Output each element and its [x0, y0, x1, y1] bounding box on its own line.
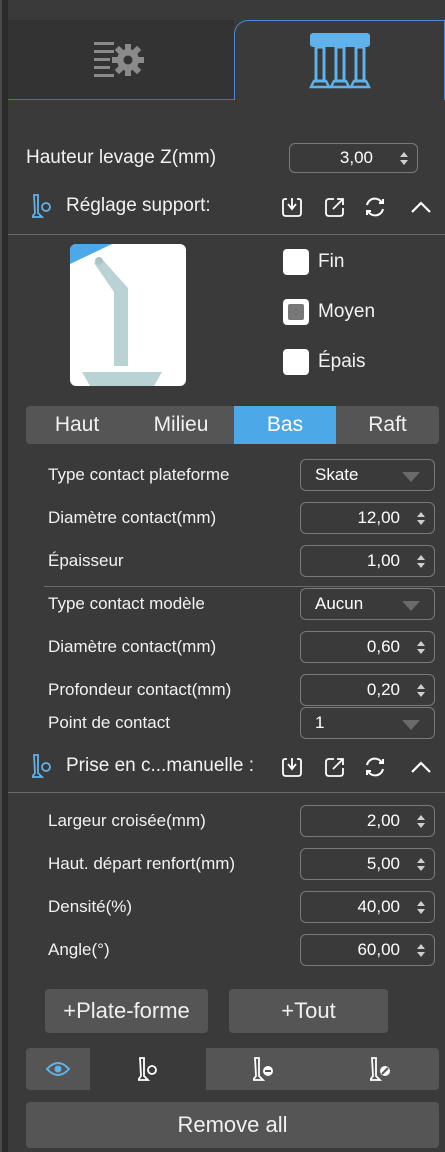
angle-spinbox[interactable]: 60,00 — [300, 934, 435, 966]
add-platform-button[interactable]: +Plate-forme — [45, 989, 208, 1033]
model-contact-type-select[interactable]: Aucun — [300, 588, 435, 620]
contact-depth-value: 0,20 — [366, 680, 400, 699]
import-icon[interactable] — [281, 756, 303, 778]
density-spinbox[interactable]: 40,00 — [300, 891, 435, 923]
brace-start-height-spinbox[interactable]: 5,00 — [300, 848, 435, 880]
platform-contact-diameter-value: 12,00 — [357, 508, 400, 527]
thickness-spinbox[interactable]: 1,00 — [300, 545, 435, 577]
angle-label: Angle(°) — [48, 940, 110, 959]
add-support-icon — [138, 1057, 157, 1081]
spin-arrows-icon — [400, 152, 408, 165]
spin-arrows-icon — [417, 555, 425, 568]
brace-start-height-value: 5,00 — [366, 854, 400, 873]
collapse-icon[interactable] — [410, 759, 432, 775]
settings-list-icon — [94, 42, 144, 77]
lift-height-spinbox[interactable]: 3,00 — [289, 143, 418, 173]
dropdown-caret-icon — [402, 601, 420, 611]
params-divider — [44, 586, 445, 587]
model-contact-type-label: Type contact modèle — [48, 594, 205, 613]
import-icon[interactable] — [281, 196, 303, 218]
cross-width-spinbox[interactable]: 2,00 — [300, 805, 435, 837]
model-contact-type-value: Aucun — [315, 594, 364, 613]
support-settings-title: Réglage support: — [66, 195, 211, 216]
spin-arrows-icon — [417, 901, 425, 914]
tab-settings[interactable] — [8, 20, 234, 100]
model-contact-diameter-spinbox[interactable]: 0,60 — [300, 631, 435, 663]
contact-depth-spinbox[interactable]: 0,20 — [300, 674, 435, 706]
spin-arrows-icon — [417, 858, 425, 871]
contact-depth-label: Profondeur contact(mm) — [48, 680, 232, 699]
toggle-visibility-button[interactable] — [26, 1048, 90, 1090]
export-icon[interactable] — [324, 756, 346, 778]
tab-bottom[interactable]: Bas — [234, 406, 336, 444]
platform-contact-type-label: Type contact plateforme — [48, 465, 230, 484]
spin-arrows-icon — [417, 815, 425, 828]
model-contact-diameter-value: 0,60 — [366, 637, 400, 656]
contact-point-value: 1 — [315, 713, 325, 732]
density-label: Densité(%) — [48, 897, 133, 916]
platform-contact-diameter-spinbox[interactable]: 12,00 — [300, 502, 435, 534]
remove-support-mode-button[interactable] — [206, 1048, 322, 1090]
spin-arrows-icon — [417, 944, 425, 957]
fine-label: Fin — [318, 251, 345, 272]
tab-top[interactable]: Haut — [26, 406, 128, 444]
medium-checkbox[interactable] — [283, 299, 309, 325]
add-all-button[interactable]: +Tout — [229, 989, 388, 1033]
dropdown-caret-icon — [402, 720, 420, 730]
dropdown-caret-icon — [402, 472, 420, 482]
reset-icon[interactable] — [363, 755, 387, 779]
remove-all-button[interactable]: Remove all — [26, 1102, 439, 1148]
medium-label: Moyen — [318, 301, 376, 322]
contact-point-label: Point de contact — [48, 713, 170, 732]
support-preview — [70, 244, 186, 386]
support-table-icon — [308, 33, 372, 89]
tab-raft[interactable]: Raft — [336, 406, 439, 444]
tab-support[interactable] — [234, 20, 445, 100]
edit-support-mode-button[interactable] — [322, 1048, 439, 1090]
platform-contact-type-value: Skate — [315, 465, 359, 484]
cross-width-label: Largeur croisée(mm) — [48, 811, 206, 830]
lift-height-label: Hauteur levage Z(mm) — [26, 147, 217, 168]
platform-contact-diameter-label: Diamètre contact(mm) — [48, 508, 217, 527]
model-contact-diameter-label: Diamètre contact(mm) — [48, 637, 217, 656]
brace-start-height-label: Haut. départ renfort(mm) — [48, 854, 236, 873]
cross-width-value: 2,00 — [366, 811, 400, 830]
add-support-mode-button[interactable] — [90, 1048, 206, 1090]
collapse-icon[interactable] — [410, 199, 432, 215]
spin-arrows-icon — [417, 512, 425, 525]
lift-height-value: 3,00 — [339, 148, 373, 167]
thick-checkbox[interactable] — [283, 349, 309, 375]
spin-arrows-icon — [417, 684, 425, 697]
reset-icon[interactable] — [363, 195, 387, 219]
thickness-value: 1,00 — [366, 551, 400, 570]
edit-support-icon — [369, 1057, 390, 1081]
tab-middle[interactable]: Milieu — [128, 406, 234, 444]
manual-support-title: Prise en c...manuelle : — [66, 755, 254, 776]
thick-label: Épais — [318, 351, 366, 372]
remove-support-icon — [253, 1057, 273, 1081]
support-preview-image — [70, 244, 162, 386]
section-divider — [8, 234, 445, 235]
contact-point-select[interactable]: 1 — [300, 707, 435, 739]
support-panel: Hauteur levage Z(mm) 3,00 Réglage suppor… — [8, 0, 445, 1152]
eye-icon — [46, 1062, 70, 1076]
window-edge — [0, 0, 8, 1152]
angle-value: 60,00 — [357, 940, 400, 959]
density-value: 40,00 — [357, 897, 400, 916]
support-pin-icon — [32, 754, 51, 778]
section-divider — [8, 792, 445, 793]
support-pin-icon — [32, 194, 51, 218]
export-icon[interactable] — [324, 196, 346, 218]
thickness-label: Épaisseur — [48, 551, 124, 570]
spin-arrows-icon — [417, 641, 425, 654]
fine-checkbox[interactable] — [283, 249, 309, 275]
platform-contact-type-select[interactable]: Skate — [300, 459, 435, 491]
